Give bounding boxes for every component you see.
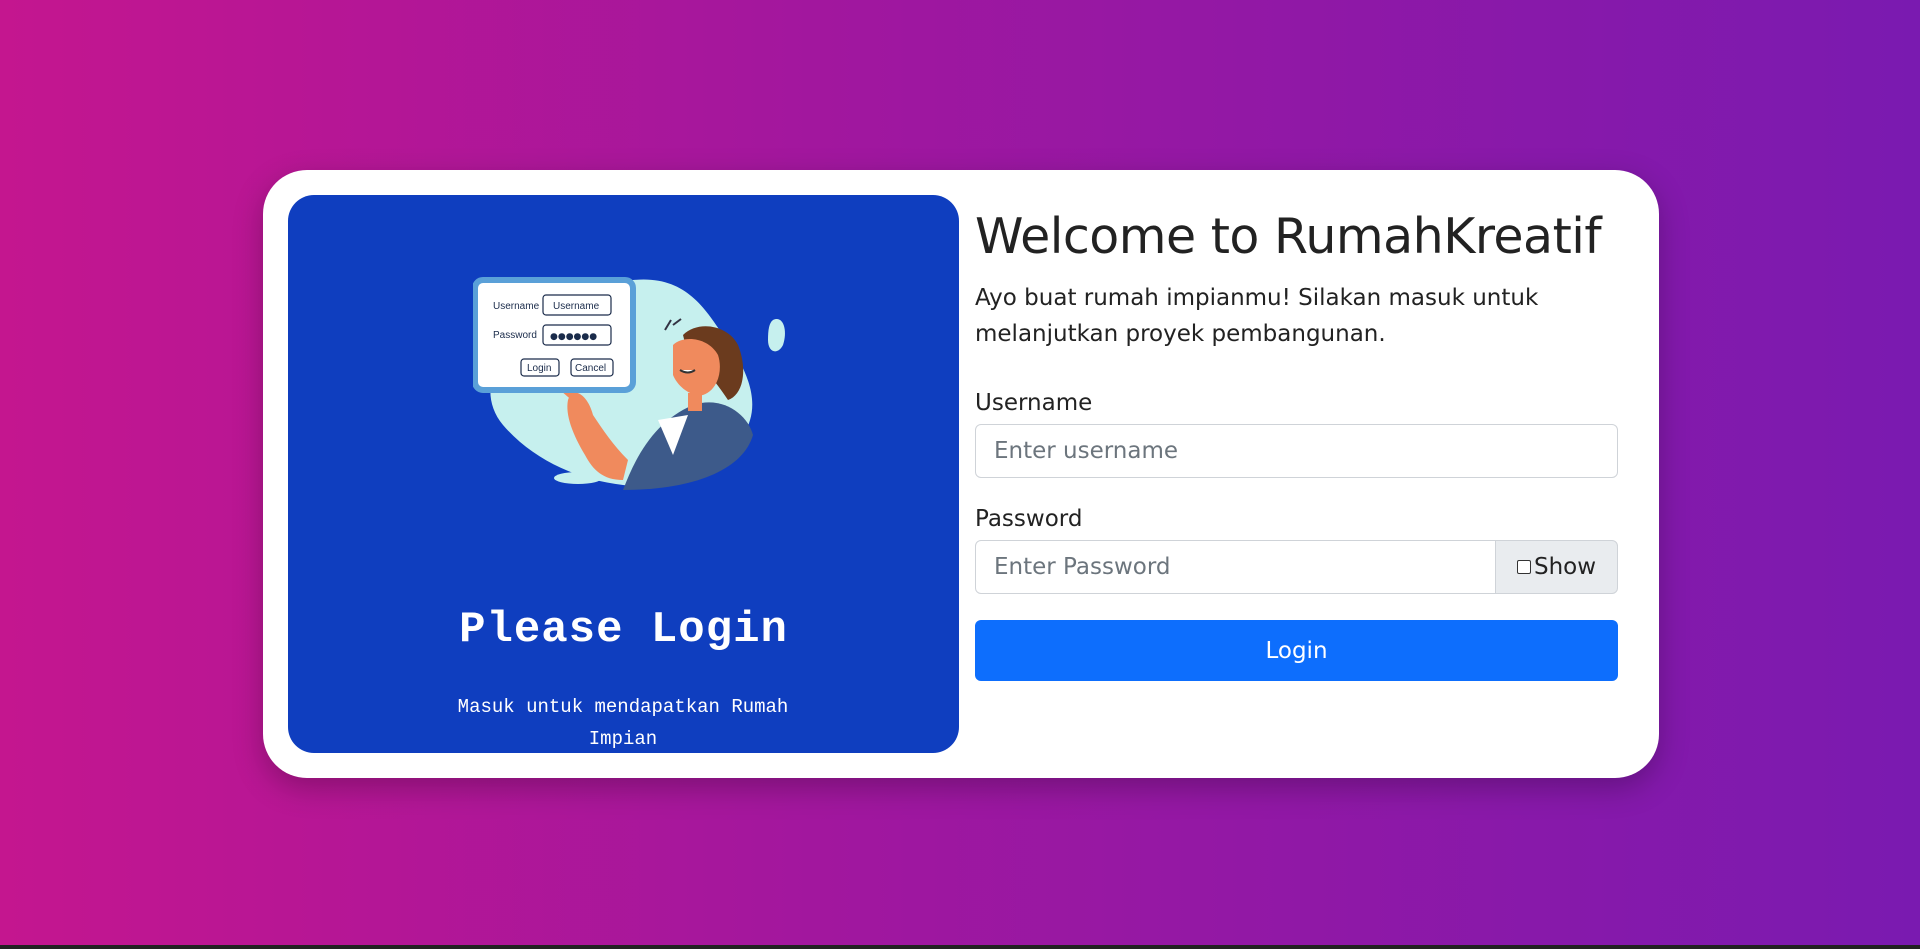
svg-text:Username: Username (493, 301, 540, 312)
page-title: Welcome to RumahKreatif (975, 208, 1602, 265)
svg-text:Cancel: Cancel (575, 363, 606, 374)
password-label: Password (975, 506, 1083, 532)
login-illustration: Username Username Password ●●●●●● Login … (473, 277, 785, 490)
svg-text:Password: Password (493, 330, 537, 341)
show-password-checkbox[interactable] (1516, 560, 1531, 574)
login-card: Username Username Password ●●●●●● Login … (263, 170, 1659, 778)
login-illustration-panel: Username Username Password ●●●●●● Login … (288, 195, 959, 753)
login-button[interactable]: Login (975, 620, 1618, 681)
please-login-subtitle: Masuk untuk mendapatkan Rumah Impian (457, 696, 789, 750)
username-label: Username (975, 390, 1093, 416)
bottom-edge-bar (0, 945, 1920, 949)
please-login-title: Please Login (459, 605, 788, 655)
password-input[interactable] (975, 540, 1496, 594)
svg-text:●●●●●●: ●●●●●● (550, 332, 597, 342)
svg-text:Login: Login (527, 363, 551, 374)
svg-text:Username: Username (553, 301, 600, 312)
username-input[interactable] (975, 424, 1618, 478)
show-password-label: Show (1533, 554, 1597, 580)
intro-text: Ayo buat rumah impianmu! Silakan masuk u… (975, 285, 1539, 347)
show-password-toggle[interactable]: Show (1495, 540, 1618, 594)
